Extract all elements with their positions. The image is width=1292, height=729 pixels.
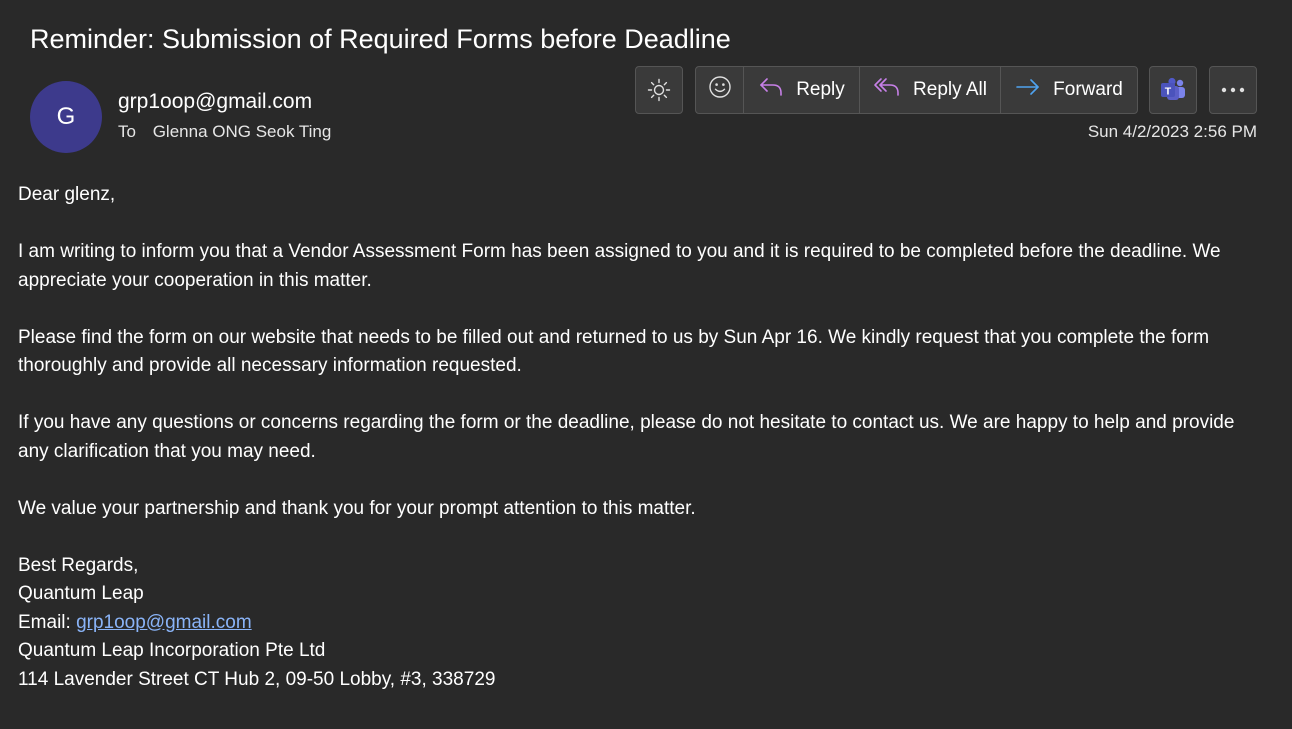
email-subject: Reminder: Submission of Required Forms b… [30, 24, 731, 54]
reply-icon [758, 75, 796, 105]
signature-address: 114 Lavender Street CT Hub 2, 09-50 Lobb… [18, 668, 496, 690]
reply-all-icon [873, 75, 913, 105]
to-label: To [118, 122, 136, 141]
svg-text:T: T [1165, 86, 1172, 98]
signature-company: Quantum Leap Incorporation Pte Ltd [18, 640, 326, 661]
sender-address[interactable]: grp1oop@gmail.com [118, 90, 312, 114]
reply-button[interactable]: Reply [744, 67, 860, 113]
recipient-line: To Glenna ONG Seok Ting [118, 122, 331, 142]
signature-closing: Best Regards, [18, 554, 139, 576]
forward-label: Forward [1053, 79, 1123, 100]
reply-label: Reply [796, 79, 845, 100]
email-date: Sun 4/2/2023 2:56 PM [1087, 122, 1257, 141]
body-paragraph: We value your partnership and thank you … [18, 497, 696, 519]
forward-arrow-icon [1015, 75, 1053, 105]
more-options-button[interactable] [1209, 66, 1257, 114]
body-paragraph: If you have any questions or concerns re… [18, 412, 1235, 462]
body-paragraph: Please find the form on our website that… [18, 326, 1210, 377]
theme-toggle-button[interactable] [635, 66, 683, 114]
signature-email-line: Email: grp1oop@gmail.com [18, 609, 1268, 638]
reply-all-label: Reply All [913, 79, 987, 100]
reply-action-group: Reply Reply All Forward [695, 66, 1138, 114]
smiley-icon [708, 75, 732, 105]
teams-icon: T [1159, 77, 1187, 103]
avatar-initial: G [56, 103, 76, 130]
emoji-reaction-button[interactable] [696, 67, 744, 113]
signature-email-link[interactable]: grp1oop@gmail.com [76, 612, 252, 633]
avatar[interactable]: G [30, 81, 102, 153]
email-body: Dear glenz, I am writing to inform you t… [18, 181, 1268, 694]
teams-button[interactable]: T [1149, 66, 1197, 114]
reply-all-button[interactable]: Reply All [860, 67, 1001, 113]
recipient-name[interactable]: Glenna ONG Seok Ting [153, 122, 332, 141]
ellipsis-icon [1220, 86, 1246, 94]
body-paragraph: I am writing to inform you that a Vendor… [18, 241, 1221, 291]
signature: Best Regards, Quantum Leap Email: grp1oo… [18, 552, 1268, 695]
greeting: Dear glenz, [18, 184, 116, 205]
signature-name: Quantum Leap [18, 583, 144, 604]
sun-icon [647, 78, 671, 102]
signature-email-label: Email: [18, 611, 77, 633]
forward-button[interactable]: Forward [1001, 67, 1137, 113]
